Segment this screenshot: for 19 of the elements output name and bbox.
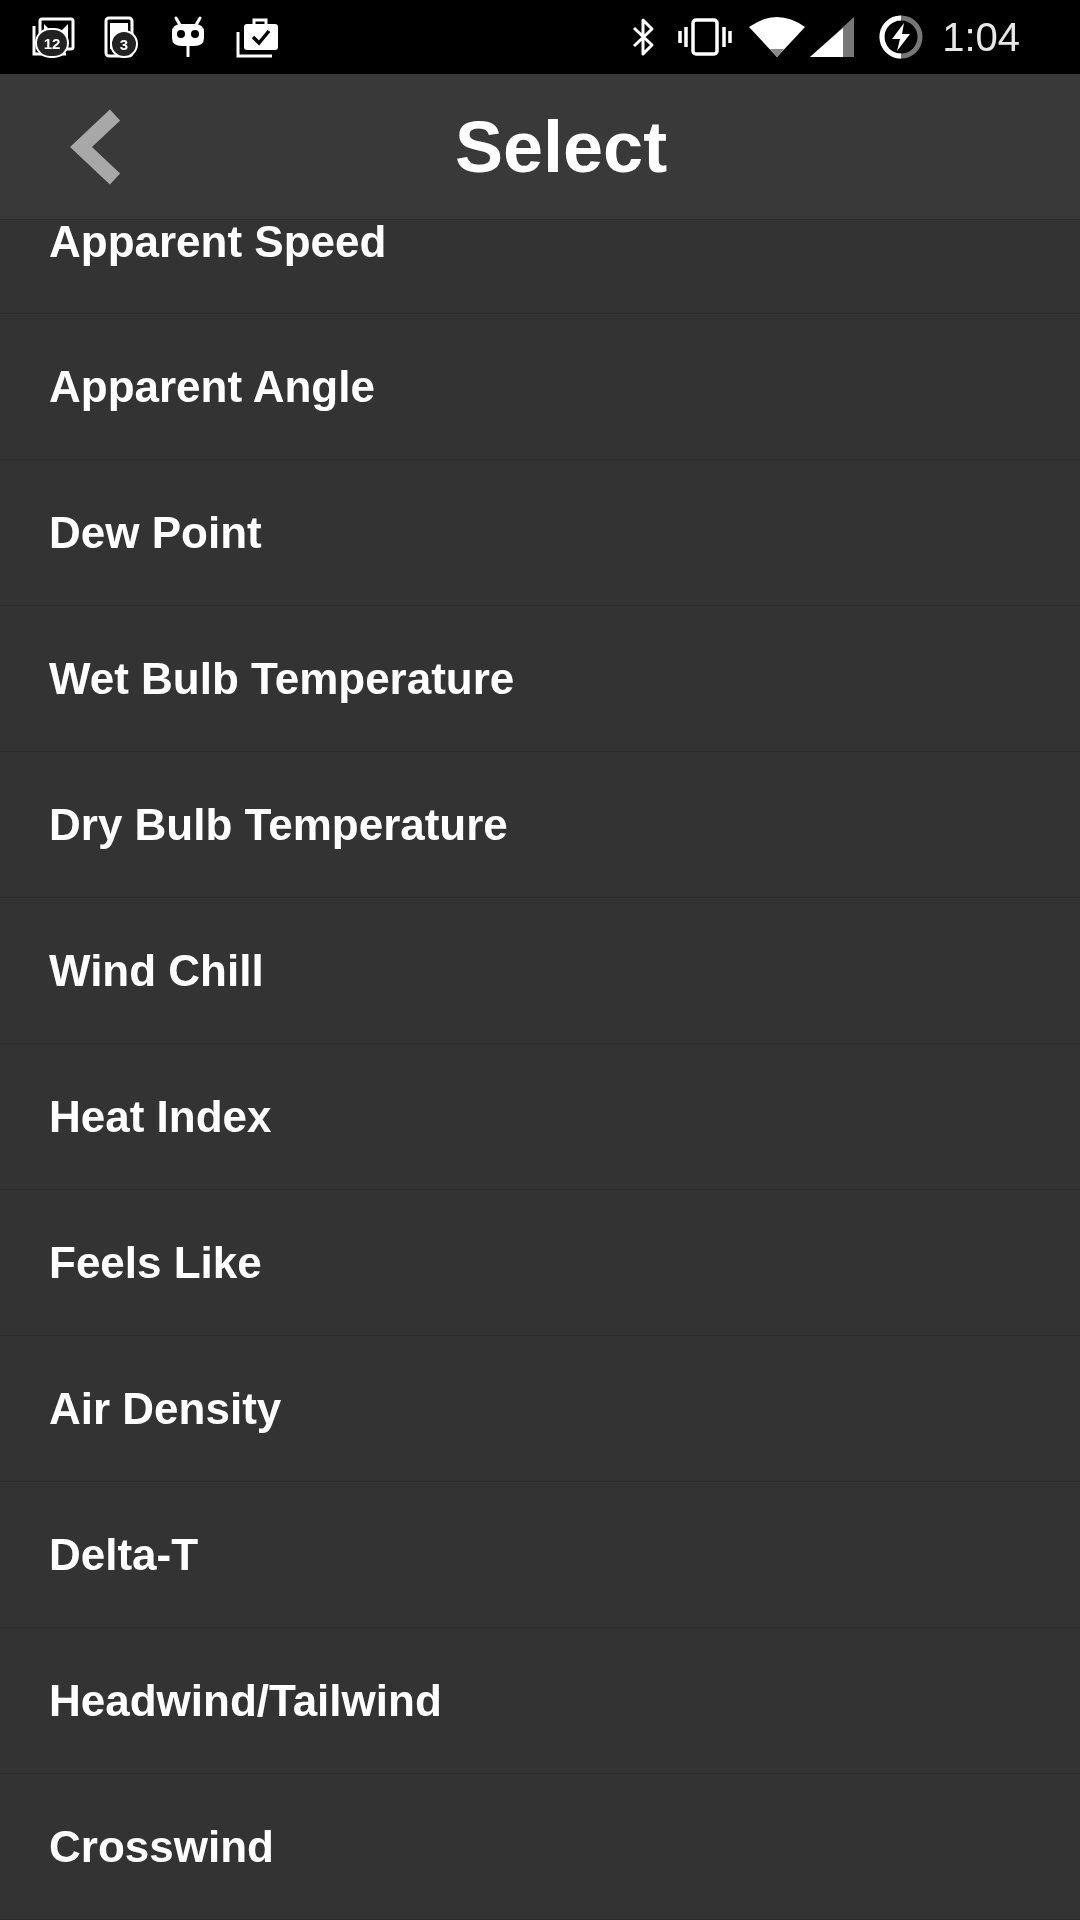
header-title: Select <box>455 110 668 183</box>
list-item[interactable]: Crosswind <box>0 1774 1080 1920</box>
list-item[interactable]: Feels Like <box>0 1190 1080 1336</box>
wifi-icon <box>748 17 807 57</box>
clock-time: 1:04 <box>942 17 1020 57</box>
list-item[interactable]: Heat Index <box>0 1044 1080 1190</box>
list-item[interactable]: Wet Bulb Temperature <box>0 606 1080 752</box>
vibrate-icon <box>678 18 733 56</box>
list-item[interactable]: Headwind/Tailwind <box>0 1628 1080 1774</box>
list-item[interactable]: Delta-T <box>0 1482 1080 1628</box>
list-item[interactable]: Dry Bulb Temperature <box>0 752 1080 898</box>
list-item[interactable]: Wind Chill <box>0 898 1080 1044</box>
battery-charging-icon <box>878 14 925 60</box>
signal-icon <box>810 17 855 57</box>
list-item[interactable]: Air Density <box>0 1336 1080 1482</box>
list-item[interactable]: Apparent Speed <box>0 220 1080 314</box>
list-item[interactable]: Dew Point <box>0 460 1080 606</box>
briefcase-check-icon[interactable] <box>236 16 280 58</box>
list-item[interactable]: Apparent Angle <box>0 314 1080 460</box>
